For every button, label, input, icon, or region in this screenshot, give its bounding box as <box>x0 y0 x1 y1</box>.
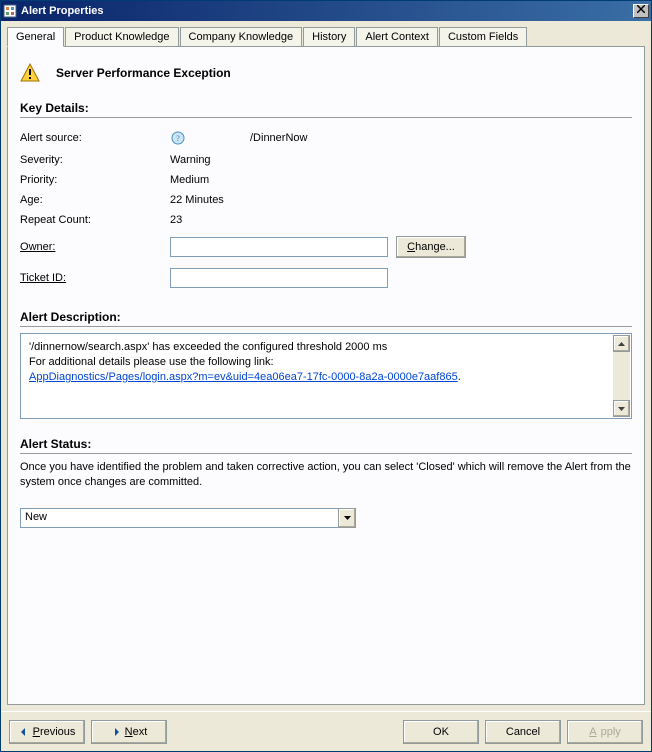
description-link[interactable]: AppDiagnostics/Pages/login.aspx?m=ev&uid… <box>29 371 458 383</box>
description-link-line: AppDiagnostics/Pages/login.aspx?m=ev&uid… <box>29 370 609 385</box>
description-scrollbar <box>613 335 630 417</box>
warning-icon <box>20 63 40 83</box>
alert-status-select[interactable]: New <box>20 508 356 528</box>
apply-button[interactable]: Apply <box>567 720 643 744</box>
alert-description-box: '/dinnernow/search.aspx' has exceeded th… <box>20 333 632 419</box>
cancel-button[interactable]: Cancel <box>485 720 561 744</box>
alert-properties-window: Alert Properties General Product Knowled… <box>0 0 652 752</box>
source-icon: ? <box>170 130 186 146</box>
ticket-id-row: Ticket ID: <box>20 268 632 288</box>
tab-product-knowledge[interactable]: Product Knowledge <box>65 27 178 46</box>
tab-history[interactable]: History <box>303 27 355 46</box>
alert-source-value: /DinnerNow <box>250 132 632 144</box>
svg-text:?: ? <box>176 134 180 143</box>
age-label: Age: <box>20 194 170 206</box>
tab-company-knowledge[interactable]: Company Knowledge <box>180 27 303 46</box>
window-title: Alert Properties <box>21 5 633 17</box>
footer: Previous Next OK Cancel Apply <box>1 711 651 751</box>
alert-status-help-text: Once you have identified the problem and… <box>20 460 632 490</box>
owner-row: Owner: Change... <box>20 236 632 258</box>
footer-nav: Previous Next <box>9 720 167 744</box>
repeat-count-label: Repeat Count: <box>20 214 170 226</box>
severity-label: Severity: <box>20 154 170 166</box>
tab-panel-general: Server Performance Exception Key Details… <box>7 46 645 705</box>
key-details-grid: Alert source: ? /DinnerNow Severity: War… <box>20 130 632 226</box>
alert-heading: Server Performance Exception <box>56 66 231 80</box>
footer-actions: OK Cancel Apply <box>403 720 643 744</box>
tab-alert-context[interactable]: Alert Context <box>356 27 438 46</box>
change-button[interactable]: Change... <box>396 236 466 258</box>
arrow-left-icon <box>19 727 29 737</box>
repeat-count-value: 23 <box>170 214 632 226</box>
scroll-up-button[interactable] <box>613 335 630 352</box>
close-button[interactable] <box>633 4 649 18</box>
next-button[interactable]: Next <box>91 720 167 744</box>
priority-label: Priority: <box>20 174 170 186</box>
arrow-right-icon <box>111 727 121 737</box>
titlebar: Alert Properties <box>1 1 651 21</box>
alert-heading-row: Server Performance Exception <box>20 63 632 83</box>
key-details-underline <box>20 117 632 118</box>
alert-status-selected: New <box>20 508 338 528</box>
ticket-id-input[interactable] <box>170 268 388 288</box>
tab-general[interactable]: General <box>7 27 64 47</box>
alert-status-dropdown-button[interactable] <box>338 508 356 528</box>
chevron-down-icon <box>344 516 351 520</box>
severity-value: Warning <box>170 154 632 166</box>
ticket-id-label: Ticket ID: <box>20 272 170 284</box>
description-line-1: '/dinnernow/search.aspx' has exceeded th… <box>29 340 609 355</box>
alert-description-section: Alert Description: '/dinnernow/search.as… <box>20 310 632 419</box>
previous-button[interactable]: Previous <box>9 720 85 744</box>
description-line-2: For additional details please use the fo… <box>29 355 609 370</box>
scroll-down-button[interactable] <box>613 400 630 417</box>
tab-custom-fields[interactable]: Custom Fields <box>439 27 527 46</box>
owner-label: Owner: <box>20 241 170 253</box>
app-icon <box>3 4 17 18</box>
priority-value: Medium <box>170 174 632 186</box>
alert-source-label: Alert source: <box>20 132 170 144</box>
ok-button[interactable]: OK <box>403 720 479 744</box>
age-value: 22 Minutes <box>170 194 632 206</box>
key-details-label: Key Details: <box>20 101 632 115</box>
tabstrip: General Product Knowledge Company Knowle… <box>7 27 645 46</box>
alert-status-section: Alert Status: Once you have identified t… <box>20 437 632 528</box>
alert-status-label: Alert Status: <box>20 437 632 454</box>
alert-description-label: Alert Description: <box>20 310 632 327</box>
owner-input[interactable] <box>170 237 388 257</box>
